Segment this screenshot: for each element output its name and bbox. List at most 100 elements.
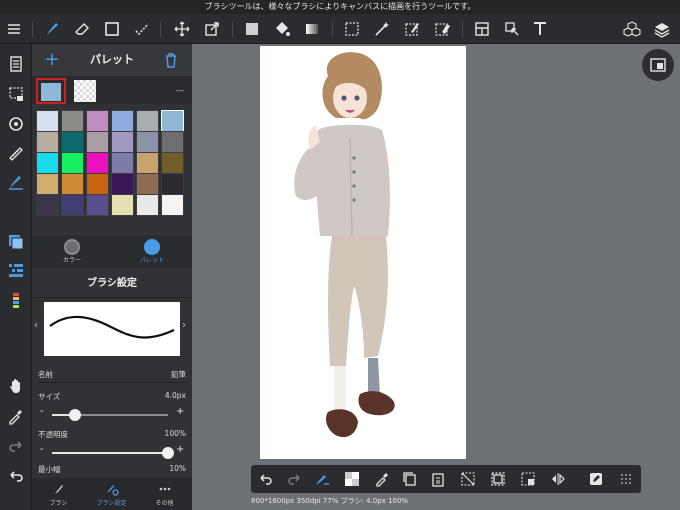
select-pen-icon[interactable]	[400, 18, 424, 40]
opacity-minus-button[interactable]: -	[40, 444, 44, 455]
gradient-tool-icon[interactable]	[300, 18, 324, 40]
hand-tool-icon[interactable]	[4, 374, 28, 398]
navigator-button[interactable]	[642, 49, 674, 81]
shape-tool-icon[interactable]	[100, 18, 124, 40]
eraser-tool-icon[interactable]	[70, 18, 94, 40]
current-color-highlight[interactable]	[36, 78, 66, 104]
transparency-icon[interactable]	[341, 469, 363, 489]
palette-swatch[interactable]	[136, 131, 159, 153]
eyedropper-icon[interactable]	[4, 404, 28, 428]
tab-brush-settings[interactable]: ブラシ設定	[85, 478, 138, 510]
palette-swatch[interactable]	[161, 152, 184, 174]
palette-swatch[interactable]	[161, 194, 184, 216]
palette-swatch[interactable]	[136, 152, 159, 174]
size-slider[interactable]	[52, 409, 168, 421]
palette-swatch[interactable]	[136, 173, 159, 195]
palette-swatch[interactable]	[161, 173, 184, 195]
palette-swatch[interactable]	[86, 173, 109, 195]
transparent-swatch[interactable]	[74, 80, 96, 102]
transform-tool-icon[interactable]	[200, 18, 224, 40]
add-icon[interactable]: +	[42, 50, 62, 70]
size-minus-button[interactable]: -	[40, 406, 44, 417]
undo-button-icon[interactable]	[255, 469, 277, 489]
drawing-canvas[interactable]	[260, 46, 466, 459]
palette-swatch[interactable]	[136, 194, 159, 216]
palette-swatch[interactable]	[161, 110, 184, 132]
palette-swatch[interactable]	[86, 110, 109, 132]
palette-title: パレット	[90, 53, 134, 66]
brush-tool-icon[interactable]	[40, 18, 64, 40]
brush-color-icon[interactable]	[4, 170, 28, 194]
color-bars-icon[interactable]	[4, 288, 28, 312]
select-eraser-icon[interactable]	[430, 18, 454, 40]
frame-divider-icon[interactable]	[470, 18, 494, 40]
palette-swatch[interactable]	[161, 131, 184, 153]
bucket-tool-icon[interactable]	[270, 18, 294, 40]
trash-icon[interactable]	[162, 51, 180, 69]
move-tool-icon[interactable]	[170, 18, 194, 40]
copy-icon[interactable]	[399, 469, 421, 489]
paste-icon[interactable]	[427, 469, 449, 489]
palette-swatch[interactable]	[36, 131, 59, 153]
palette-swatch[interactable]	[36, 194, 59, 216]
fill-color-swatch-icon[interactable]	[240, 18, 264, 40]
operation-tool-icon[interactable]	[500, 18, 524, 40]
tab-color[interactable]: カラー	[32, 236, 112, 268]
invert-selection-icon[interactable]	[517, 469, 539, 489]
min-width-label: 最小幅	[38, 465, 61, 474]
materials-icon[interactable]	[620, 18, 644, 40]
brush-stabilizer-icon[interactable]	[311, 469, 333, 489]
palette-swatch[interactable]	[111, 194, 134, 216]
select-rect-icon[interactable]	[340, 18, 364, 40]
palette-swatch[interactable]	[86, 152, 109, 174]
palette-swatch[interactable]	[61, 131, 84, 153]
selection-dotted-icon[interactable]	[4, 82, 28, 106]
text-tool-icon[interactable]	[528, 18, 552, 40]
character-illustration	[294, 52, 395, 438]
redo-button-icon[interactable]	[283, 469, 305, 489]
document-icon[interactable]	[4, 52, 28, 76]
layer-list-icon[interactable]	[4, 258, 28, 282]
flip-horizontal-icon[interactable]	[547, 469, 569, 489]
tab-brush[interactable]: ブラシ	[32, 478, 85, 510]
deselect-icon[interactable]	[457, 469, 479, 489]
tab-palette[interactable]: パレット	[112, 236, 192, 268]
tool-tooltip: ブラシツールは、様々なブラシによりキャンバスに描画を行うツールです。	[0, 0, 680, 14]
palette-swatch[interactable]	[61, 173, 84, 195]
layer-panel-icon[interactable]	[4, 230, 28, 254]
selection-pen-icon[interactable]	[130, 18, 154, 40]
chevron-left-icon[interactable]: ‹	[34, 320, 38, 331]
palette-swatch[interactable]	[36, 152, 59, 174]
tab-other[interactable]: その他	[138, 478, 191, 510]
name-value[interactable]: 鉛筆	[171, 369, 186, 380]
undo-icon[interactable]	[4, 464, 28, 488]
eyedropper-button-icon[interactable]	[371, 469, 393, 489]
palette-swatch[interactable]	[136, 110, 159, 132]
rotate-icon[interactable]	[4, 112, 28, 136]
edit-icon[interactable]	[585, 469, 607, 489]
size-slider-knob[interactable]	[69, 409, 82, 421]
opacity-slider-knob[interactable]	[162, 447, 174, 459]
redo-icon[interactable]	[4, 434, 28, 458]
layers-icon[interactable]	[650, 18, 674, 40]
palette-swatch[interactable]	[36, 173, 59, 195]
palette-swatch[interactable]	[111, 173, 134, 195]
palette-swatch[interactable]	[36, 110, 59, 132]
palette-swatch[interactable]	[86, 131, 109, 153]
palette-swatch[interactable]	[111, 131, 134, 153]
opacity-plus-button[interactable]: +	[176, 444, 184, 455]
palette-swatch[interactable]	[111, 110, 134, 132]
ruler-icon[interactable]	[4, 142, 28, 166]
select-all-icon[interactable]	[487, 469, 509, 489]
grid-menu-icon[interactable]	[615, 469, 637, 489]
palette-swatch[interactable]	[111, 152, 134, 174]
palette-swatch[interactable]	[61, 194, 84, 216]
chevron-right-icon[interactable]: ›	[182, 320, 186, 331]
opacity-slider[interactable]	[52, 447, 174, 459]
size-plus-button[interactable]: +	[176, 406, 184, 417]
menu-icon[interactable]	[2, 18, 26, 40]
palette-swatch[interactable]	[61, 110, 84, 132]
magic-wand-icon[interactable]	[370, 18, 394, 40]
palette-swatch[interactable]	[86, 194, 109, 216]
palette-swatch[interactable]	[61, 152, 84, 174]
